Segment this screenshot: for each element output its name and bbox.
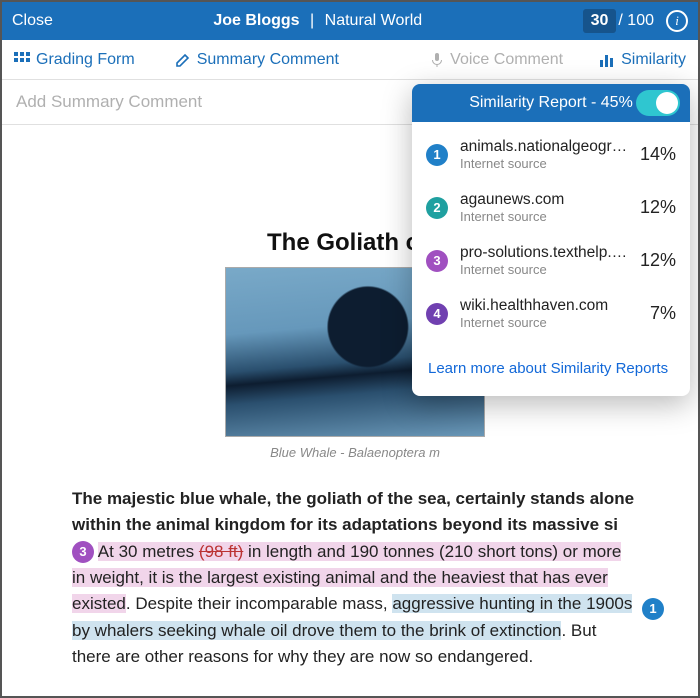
source-name: pro-solutions.texthelp.… bbox=[460, 244, 634, 262]
grid-icon bbox=[14, 52, 30, 68]
toggle-knob bbox=[656, 92, 678, 114]
source-chip: 3 bbox=[426, 250, 448, 272]
similarity-panel-header: Similarity Report - 45% bbox=[412, 84, 690, 122]
source-chip-1-margin[interactable]: 1 bbox=[642, 598, 664, 620]
similarity-source-list: 1animals.nationalgeogra…Internet source1… bbox=[412, 122, 690, 346]
source-subtitle: Internet source bbox=[460, 315, 644, 330]
similarity-source-row[interactable]: 4 wiki.healthhaven.comInternet source 7% bbox=[412, 287, 690, 340]
tab-label: Voice Comment bbox=[450, 51, 563, 69]
info-icon[interactable]: i bbox=[666, 10, 688, 32]
source-name: agaunews.com bbox=[460, 191, 634, 209]
score-input[interactable]: 30 bbox=[583, 9, 617, 33]
body-lead: The majestic blue whale, the goliath of … bbox=[72, 489, 634, 534]
revision-strike: (98 ft) bbox=[199, 542, 243, 561]
similarity-panel-title: Similarity Report - 45% bbox=[469, 94, 633, 112]
top-bar: Close Joe Bloggs | Natural World 30 / 10… bbox=[2, 2, 698, 40]
document-body: The majestic blue whale, the goliath of … bbox=[72, 486, 638, 670]
score-total: / 100 bbox=[618, 12, 654, 30]
edit-icon bbox=[175, 52, 191, 68]
tab-label: Grading Form bbox=[36, 51, 135, 69]
close-button[interactable]: Close bbox=[12, 12, 53, 30]
source-chip: 2 bbox=[426, 197, 448, 219]
mic-icon bbox=[430, 52, 444, 68]
source-percent: 7% bbox=[650, 303, 676, 324]
title-separator: | bbox=[304, 12, 320, 29]
score-group: 30 / 100 i bbox=[583, 9, 688, 33]
source-chip: 4 bbox=[426, 303, 448, 325]
source-name: wiki.healthhaven.com bbox=[460, 297, 644, 315]
tab-voice-comment: Voice Comment bbox=[430, 51, 563, 69]
similarity-source-row[interactable]: 1 animals.nationalgeogra…Internet source 1… bbox=[412, 128, 690, 181]
source-chip-3-inline[interactable]: 3 bbox=[72, 541, 94, 563]
tab-summary-comment[interactable]: Summary Comment bbox=[175, 51, 339, 69]
tab-similarity[interactable]: Similarity bbox=[599, 51, 686, 69]
source-percent: 12% bbox=[640, 197, 676, 218]
assignment-name: Natural World bbox=[325, 12, 423, 29]
source-subtitle: Internet source bbox=[460, 156, 634, 171]
source-chip: 1 bbox=[426, 144, 448, 166]
similarity-panel: Similarity Report - 45% 1 animals.nationa… bbox=[412, 84, 690, 396]
similarity-toggle[interactable] bbox=[636, 90, 680, 116]
body-plain: . Despite their incomparable mass, bbox=[126, 594, 392, 613]
source-percent: 12% bbox=[640, 250, 676, 271]
source-percent: 14% bbox=[640, 144, 676, 165]
student-name: Joe Bloggs bbox=[213, 12, 299, 29]
source-name: animals.nationalgeogra… bbox=[460, 138, 634, 156]
tab-grading-form[interactable]: Grading Form bbox=[14, 51, 135, 69]
learn-more-link[interactable]: Learn more about Similarity Reports bbox=[428, 360, 668, 377]
tab-bar: Grading Form Summary Comment Voice Comme… bbox=[2, 40, 698, 80]
similarity-source-row[interactable]: 2 agaunews.comInternet source 12% bbox=[412, 181, 690, 234]
similarity-source-row[interactable]: 3 pro-solutions.texthelp.…Internet source… bbox=[412, 234, 690, 287]
source-subtitle: Internet source bbox=[460, 209, 634, 224]
source-subtitle: Internet source bbox=[460, 262, 634, 277]
tab-label: Similarity bbox=[621, 51, 686, 69]
bar-chart-icon bbox=[599, 52, 615, 68]
image-caption: Blue Whale - Balaenoptera m bbox=[72, 445, 638, 460]
tab-label: Summary Comment bbox=[197, 51, 339, 69]
title-group: Joe Bloggs | Natural World bbox=[53, 12, 583, 30]
